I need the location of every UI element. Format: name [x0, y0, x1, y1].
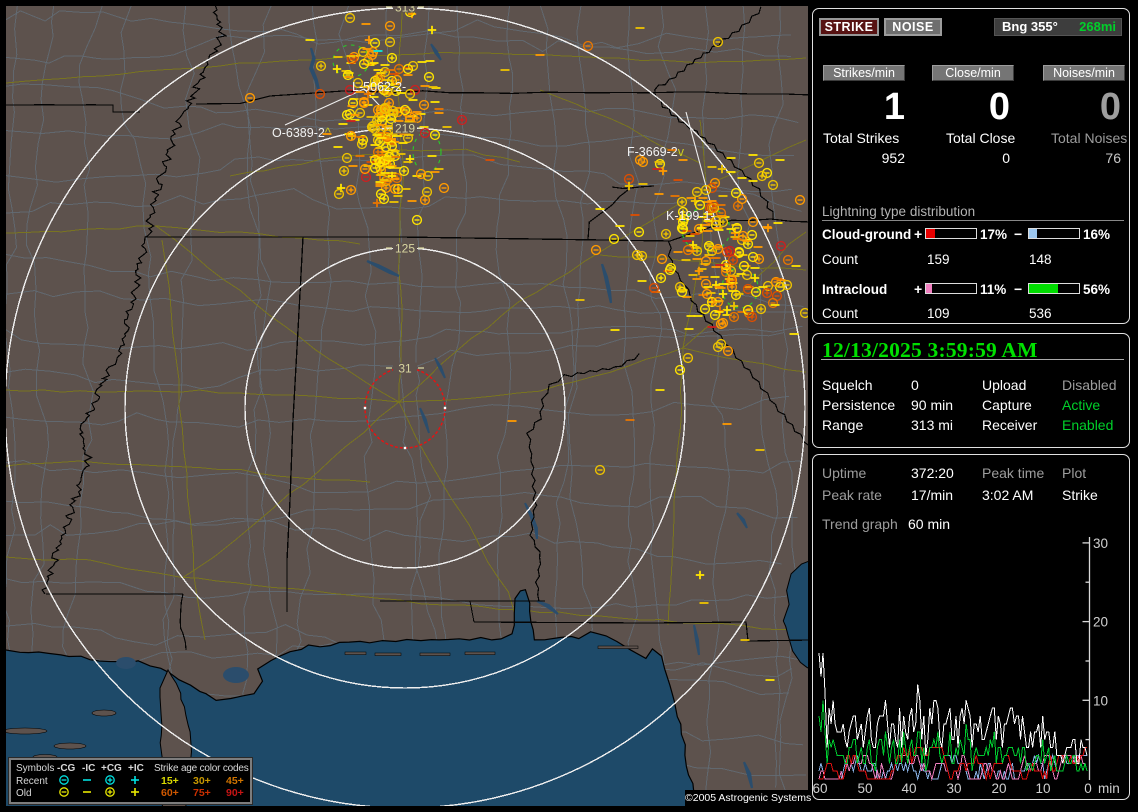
svg-text:30: 30	[1093, 536, 1108, 551]
svg-text:50: 50	[857, 781, 872, 796]
svg-text:10: 10	[1035, 781, 1050, 796]
svg-text:20: 20	[1093, 615, 1108, 630]
svg-text:20: 20	[991, 781, 1006, 796]
svg-text:0: 0	[1084, 781, 1092, 796]
svg-text:min: min	[1098, 781, 1120, 796]
svg-text:30: 30	[946, 781, 961, 796]
svg-text:10: 10	[1093, 693, 1108, 708]
svg-text:60: 60	[812, 781, 827, 796]
svg-text:40: 40	[901, 781, 916, 796]
